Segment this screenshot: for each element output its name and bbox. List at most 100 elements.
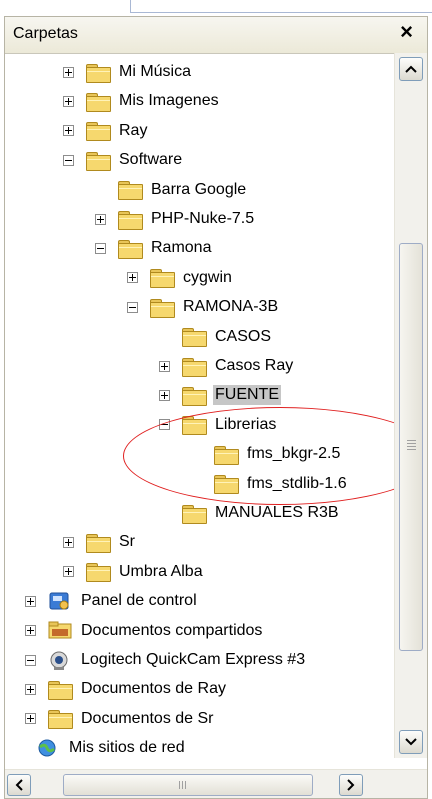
- tree-item-label: Librerias: [215, 415, 277, 433]
- tree-item-label: Logitech QuickCam Express #3: [81, 651, 306, 668]
- tree-item[interactable]: PHP-Nuke-7.5: [95, 204, 256, 234]
- pane-title: Carpetas: [13, 25, 78, 42]
- tree-item[interactable]: Software: [63, 145, 184, 175]
- folder-icon: [149, 298, 175, 318]
- folder-icon: [85, 562, 111, 583]
- folder-icon: [181, 357, 207, 377]
- tree-item[interactable]: RAMONA-3B: [127, 292, 280, 322]
- folder-icon: [181, 386, 207, 406]
- horizontal-scroll-thumb[interactable]: [63, 774, 313, 796]
- scroll-up-button[interactable]: [399, 57, 423, 81]
- tree-item[interactable]: Sr: [63, 527, 137, 557]
- tree-item-label: Sr: [119, 533, 135, 551]
- tree-item[interactable]: Mis Imagenes: [63, 86, 221, 116]
- expand-icon[interactable]: [25, 625, 36, 637]
- tree-item[interactable]: Panel de control: [25, 586, 199, 616]
- collapse-icon[interactable]: [159, 419, 170, 431]
- tree-item[interactable]: Documentos compartidos: [25, 616, 264, 646]
- folders-pane: Carpetas × Mi Música Mis Imagenes Ray Softw…: [4, 16, 428, 799]
- network-places-icon: [35, 737, 61, 758]
- expand-icon[interactable]: [63, 536, 74, 548]
- chevron-left-icon: [15, 779, 23, 791]
- shared-folder-icon: [47, 620, 73, 642]
- tree-item[interactable]: fms_bkgr-2.5: [213, 439, 342, 469]
- folder-icon: [117, 210, 143, 230]
- folder-icon: [85, 63, 111, 83]
- folder-icon: [47, 680, 73, 700]
- tree-item[interactable]: Umbra Alba: [63, 557, 205, 587]
- tree-item[interactable]: Ray: [63, 116, 149, 146]
- expand-icon[interactable]: [25, 683, 36, 695]
- tree-item[interactable]: Casos Ray: [159, 351, 295, 381]
- top-strip: [0, 0, 432, 16]
- tree-item-label: Documentos de Sr: [81, 709, 214, 727]
- folder-icon: [213, 445, 239, 465]
- tree-item-label: cygwin: [183, 268, 232, 286]
- folder-icon: [85, 533, 111, 553]
- tree-item[interactable]: Mis sitios de red: [35, 733, 187, 758]
- tree-item-label: Umbra Alba: [119, 562, 203, 580]
- grip-line: [407, 443, 416, 444]
- control-panel-icon: [47, 590, 73, 612]
- folder-icon: [85, 92, 111, 112]
- folder-icon: [181, 415, 207, 436]
- tree-item[interactable]: MANUALES R3B: [181, 498, 341, 528]
- chevron-right-icon: [347, 779, 355, 791]
- folder-icon: [149, 268, 175, 289]
- pane-header: Carpetas ×: [5, 17, 427, 54]
- horizontal-scrollbar[interactable]: [5, 769, 427, 798]
- tree-item[interactable]: Librerias: [159, 410, 278, 440]
- scroll-right-button[interactable]: [339, 774, 363, 796]
- tree-item[interactable]: Ramona: [95, 233, 213, 263]
- folder-icon: [213, 474, 239, 495]
- expand-icon[interactable]: [95, 213, 106, 225]
- expand-icon[interactable]: [63, 566, 74, 578]
- grip-line: [407, 446, 416, 447]
- grip-line: [182, 781, 183, 789]
- tree-item[interactable]: fms_stdlib-1.6: [213, 469, 349, 499]
- tree-item-label: CASOS: [215, 327, 272, 345]
- tree-item-label: fms_bkgr-2.5: [247, 445, 341, 463]
- tree-item[interactable]: Documentos de Ray: [25, 674, 228, 704]
- vertical-scroll-thumb[interactable]: [399, 243, 423, 651]
- folder-icon: [85, 121, 111, 142]
- expand-icon[interactable]: [25, 713, 36, 725]
- folder-icon: [47, 709, 73, 730]
- chevron-up-icon: [405, 65, 417, 73]
- tree-item-label: Software: [119, 151, 183, 169]
- scroll-down-button[interactable]: [399, 730, 423, 754]
- tree-item[interactable]: Logitech QuickCam Express #3: [25, 645, 307, 675]
- vertical-scrollbar[interactable]: [394, 53, 427, 758]
- tree-item-label: Casos Ray: [215, 357, 294, 374]
- tree-item-label: PHP-Nuke-7.5: [151, 210, 255, 227]
- tree-item[interactable]: cygwin: [127, 263, 234, 293]
- close-button[interactable]: ×: [400, 19, 413, 45]
- tree-item[interactable]: FUENTE: [159, 380, 281, 410]
- tree-item-label: RAMONA-3B: [183, 298, 279, 316]
- expand-icon[interactable]: [63, 125, 74, 137]
- webcam-icon: [47, 649, 73, 671]
- expand-icon[interactable]: [63, 66, 74, 78]
- tree-item-label: Mis Imagenes: [119, 92, 219, 110]
- tree-item[interactable]: CASOS: [181, 322, 273, 352]
- collapse-icon[interactable]: [127, 301, 138, 313]
- expand-icon[interactable]: [127, 272, 138, 284]
- grip-line: [407, 440, 416, 441]
- tree-item[interactable]: Mi Música: [63, 57, 193, 87]
- tree-item-label: Mis sitios de red: [69, 739, 185, 757]
- collapse-icon[interactable]: [95, 242, 106, 254]
- expand-icon[interactable]: [63, 95, 74, 107]
- tree-item[interactable]: Barra Google: [117, 175, 248, 205]
- tree-item-label: fms_stdlib-1.6: [247, 474, 347, 492]
- expand-icon[interactable]: [159, 389, 170, 401]
- grip-line: [179, 781, 180, 789]
- expand-icon[interactable]: [159, 360, 170, 372]
- tree-item[interactable]: Documentos de Sr: [25, 704, 216, 734]
- collapse-icon[interactable]: [25, 654, 36, 666]
- folder-icon: [181, 504, 207, 524]
- collapse-icon[interactable]: [63, 154, 74, 166]
- tree-item-label: Panel de control: [81, 592, 197, 610]
- expand-icon[interactable]: [25, 595, 36, 607]
- folder-icon: [181, 327, 207, 348]
- scroll-left-button[interactable]: [7, 774, 31, 796]
